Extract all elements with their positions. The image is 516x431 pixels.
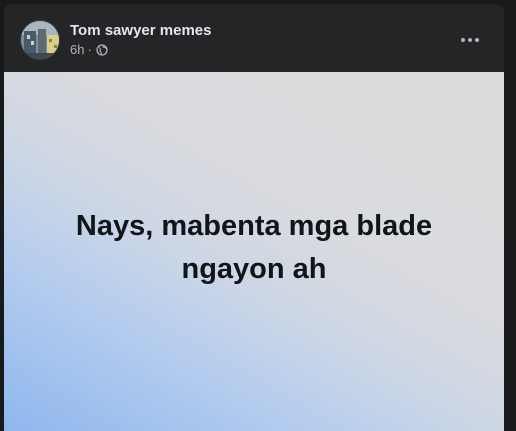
post-meta: 6h · <box>70 42 108 57</box>
more-options-icon-dot <box>468 38 472 42</box>
page-name-link[interactable]: Tom sawyer memes <box>70 22 211 39</box>
more-options-icon-dot <box>461 38 465 42</box>
post-card: Tom sawyer memes 6h · Nays, mabenta mga … <box>4 4 504 431</box>
page-avatar[interactable] <box>20 20 60 60</box>
post-text: Nays, mabenta mga blade ngayon ah <box>75 209 433 285</box>
post-timestamp[interactable]: 6h <box>70 42 84 57</box>
meta-separator: · <box>87 42 92 57</box>
globe-icon[interactable] <box>96 43 108 56</box>
post-background: Nays, mabenta mga blade ngayon ah <box>4 72 504 431</box>
post-header: Tom sawyer memes 6h · <box>4 4 504 72</box>
more-options-button[interactable] <box>452 22 488 58</box>
avatar-image <box>21 21 59 59</box>
more-options-icon-dot <box>475 38 479 42</box>
